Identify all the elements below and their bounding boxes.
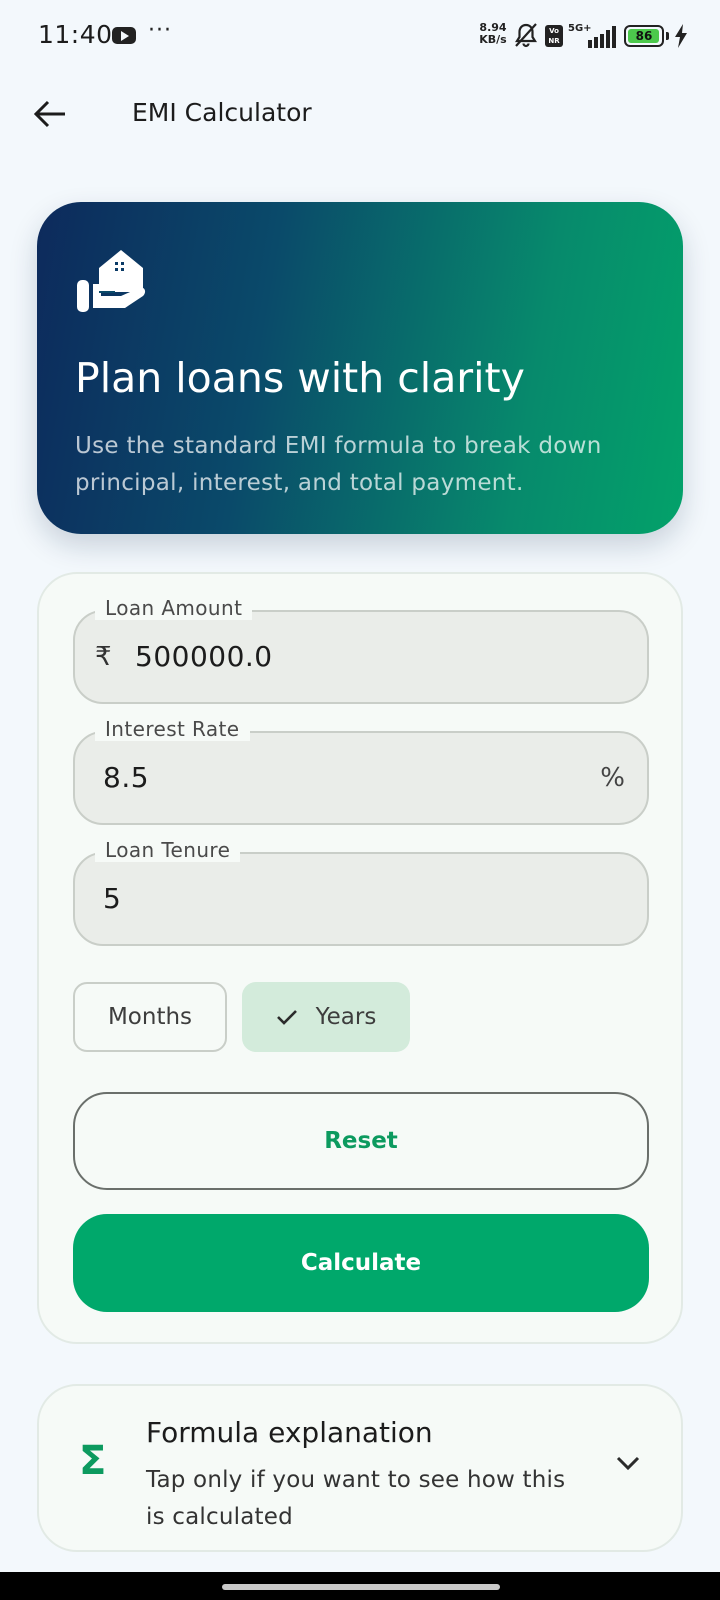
interest-rate-input[interactable]: 8.5 [103,761,149,794]
check-icon [276,1010,297,1025]
tenure-years-label: Years [315,1004,377,1030]
network-speed: 8.94 KB/s [476,22,510,46]
volte-icon: Vo NR [545,25,563,47]
reset-button-label: Reset [324,1128,398,1154]
loan-tenure-label: Loan Tenure [95,838,241,862]
formula-explanation-card[interactable]: Σ Formula explanation Tap only if you wa… [37,1384,683,1552]
loan-amount-field[interactable]: Loan Amount ₹ 500000.0 [73,596,649,704]
interest-rate-label: Interest Rate [95,717,250,741]
navigation-bar [0,1572,720,1600]
signal-icon [588,26,616,48]
status-bar: 11:40 ··· 8.94 KB/s Vo NR 5G+ 86 [0,0,720,74]
battery-nub [666,32,669,40]
arrow-left-icon [33,100,65,128]
more-dots-icon: ··· [148,18,172,43]
interest-rate-field[interactable]: Interest Rate 8.5 % [73,717,649,825]
calculator-form: Loan Amount ₹ 500000.0 Interest Rate 8.5… [37,572,683,1344]
battery-level: 86 [635,29,653,43]
chevron-down-icon[interactable] [615,1454,641,1472]
tenure-months-label: Months [107,1004,193,1030]
status-time: 11:40 [38,20,113,49]
loan-amount-input[interactable]: 500000.0 [135,640,273,673]
home-gesture-handle[interactable] [222,1584,500,1590]
charging-icon [675,24,687,48]
app-bar: EMI Calculator [0,74,720,154]
reset-button[interactable]: Reset [73,1092,649,1190]
sigma-icon: Σ [79,1438,107,1484]
house-hand-icon [77,250,146,312]
calculate-button-label: Calculate [300,1250,422,1276]
bell-off-icon [515,23,537,48]
hero-card: Plan loans with clarity Use the standard… [37,202,683,534]
loan-tenure-field[interactable]: Loan Tenure 5 [73,838,649,946]
formula-title: Formula explanation [146,1416,433,1449]
battery-icon: 86 [624,25,664,47]
hero-subtitle: Use the standard EMI formula to break do… [75,433,602,496]
network-speed-unit: KB/s [479,33,507,46]
back-button[interactable] [28,92,72,136]
tenure-months-option[interactable]: Months [73,982,227,1052]
calculate-button[interactable]: Calculate [73,1214,649,1312]
page-title: EMI Calculator [132,98,312,127]
tenure-years-option[interactable]: Years [242,982,410,1052]
youtube-icon [112,27,136,44]
formula-subtitle: Tap only if you want to see how this is … [146,1467,566,1530]
hero-title: Plan loans with clarity [75,354,525,402]
loan-tenure-input[interactable]: 5 [103,882,121,915]
percent-icon: % [600,763,625,793]
loan-amount-label: Loan Amount [95,596,253,620]
rupee-icon: ₹ [95,642,112,672]
screen: 11:40 ··· 8.94 KB/s Vo NR 5G+ 86 EMI Cal… [0,0,720,1600]
